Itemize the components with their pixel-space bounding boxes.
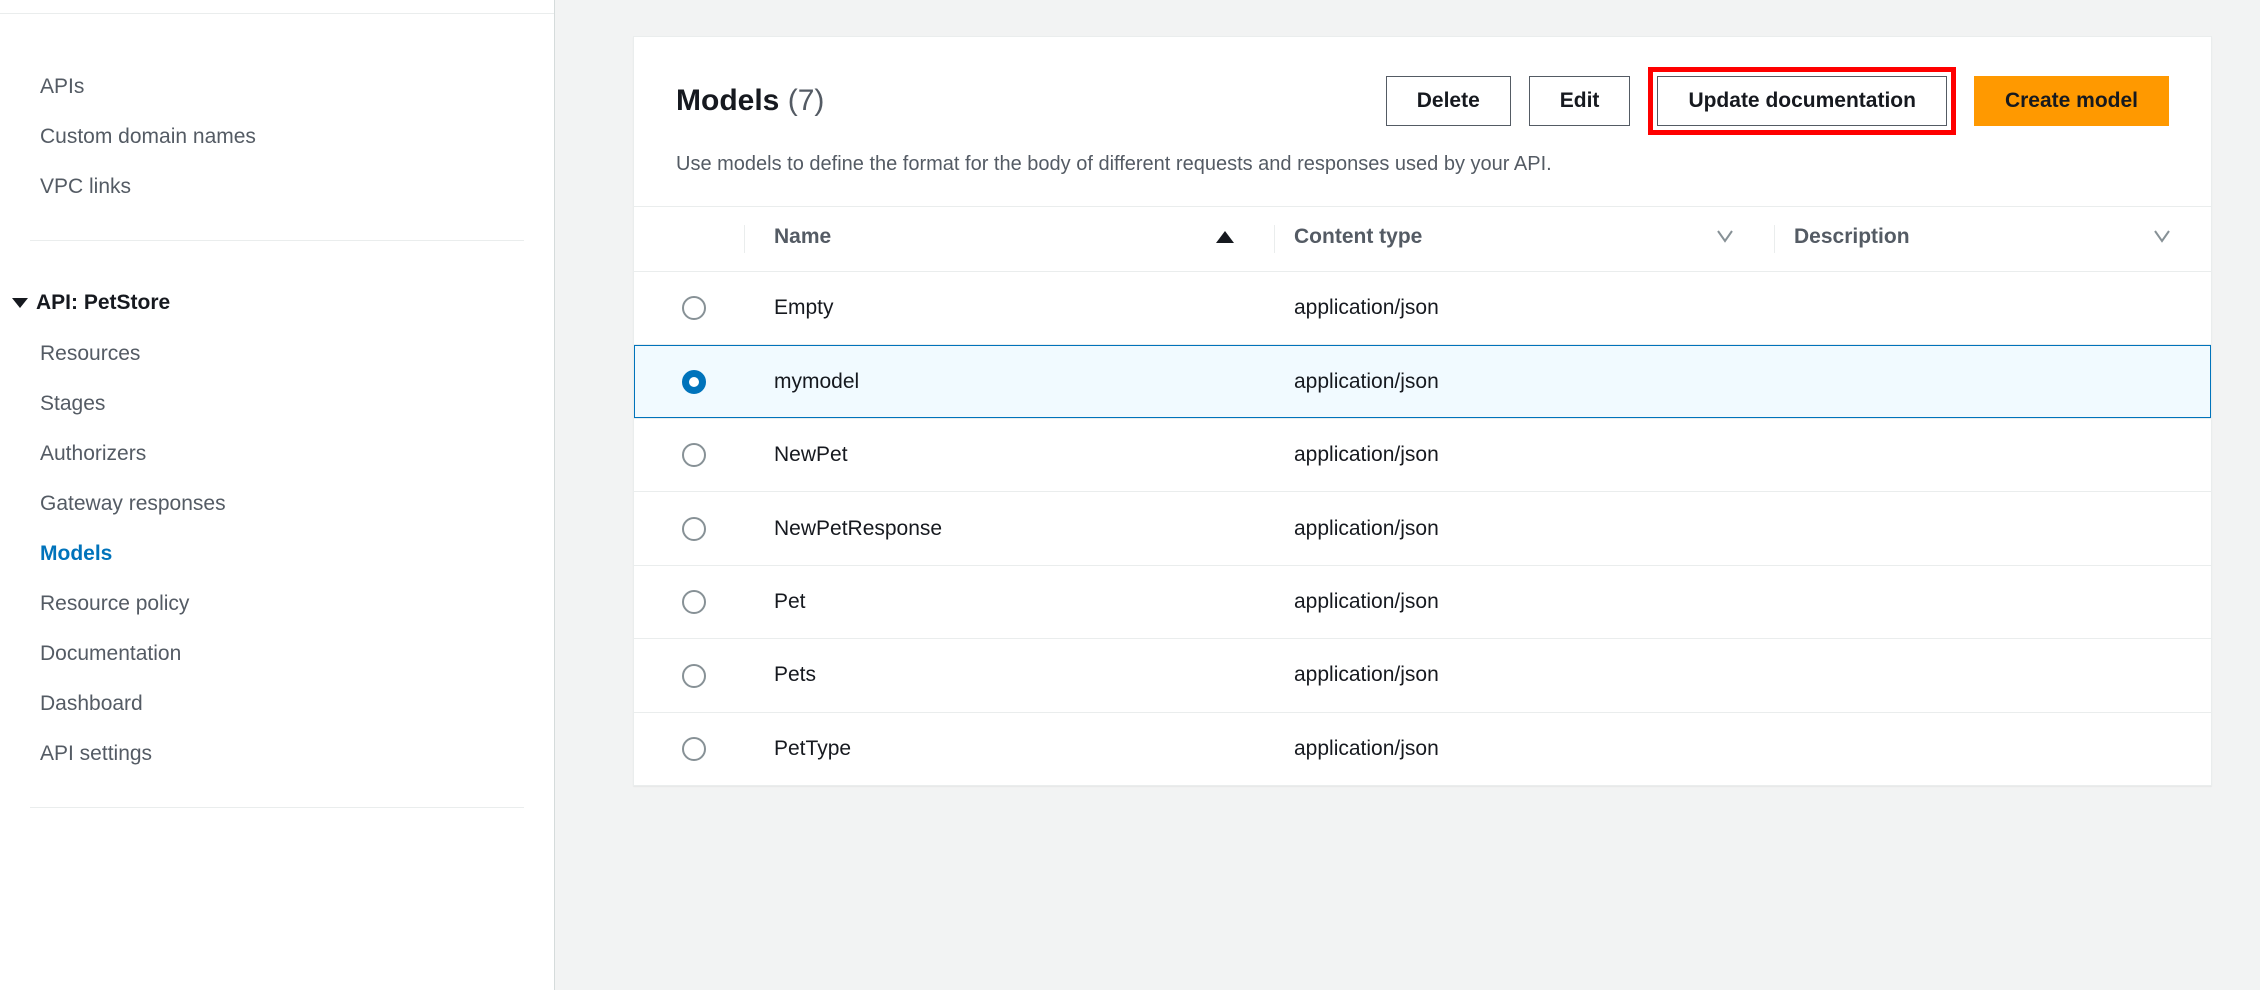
- column-select: [634, 207, 744, 272]
- column-description-label: Description: [1794, 225, 1910, 249]
- create-model-button[interactable]: Create model: [1974, 76, 2169, 126]
- row-radio[interactable]: [682, 443, 706, 467]
- column-description[interactable]: Description: [1774, 207, 2211, 272]
- sidebar-item-custom-domain-names[interactable]: Custom domain names: [40, 112, 514, 162]
- cell-description: [1774, 272, 2211, 345]
- table-row[interactable]: Emptyapplication/json: [634, 272, 2211, 345]
- cell-name: NewPetResponse: [744, 492, 1274, 565]
- row-radio[interactable]: [682, 517, 706, 541]
- sidebar-item-authorizers[interactable]: Authorizers: [40, 429, 514, 479]
- models-panel: Models (7) Delete Edit Update documentat…: [633, 36, 2212, 786]
- panel-header: Models (7) Delete Edit Update documentat…: [634, 37, 2211, 207]
- column-name[interactable]: Name: [744, 207, 1274, 272]
- sidebar-item-resources[interactable]: Resources: [40, 329, 514, 379]
- models-table: Name Content type: [634, 207, 2211, 785]
- cell-description: [1774, 345, 2211, 418]
- cell-name: NewPet: [744, 418, 1274, 491]
- main-content: Models (7) Delete Edit Update documentat…: [555, 0, 2260, 990]
- sidebar-api-section: API: PetStore ResourcesStagesAuthorizers…: [0, 259, 554, 789]
- cell-description: [1774, 639, 2211, 712]
- cell-description: [1774, 565, 2211, 638]
- cell-name: PetType: [744, 712, 1274, 785]
- update-documentation-button[interactable]: Update documentation: [1657, 76, 1947, 126]
- cell-name: Pet: [744, 565, 1274, 638]
- cell-name: Empty: [744, 272, 1274, 345]
- sidebar-divider: [30, 807, 524, 808]
- cell-description: [1774, 712, 2211, 785]
- caret-down-icon: [12, 298, 28, 308]
- table-row[interactable]: PetTypeapplication/json: [634, 712, 2211, 785]
- sidebar: APIsCustom domain namesVPC links API: Pe…: [0, 0, 555, 990]
- table-row[interactable]: Petapplication/json: [634, 565, 2211, 638]
- row-radio[interactable]: [682, 737, 706, 761]
- sidebar-api-header[interactable]: API: PetStore: [12, 281, 514, 329]
- sidebar-item-gateway-responses[interactable]: Gateway responses: [40, 479, 514, 529]
- cell-content-type: application/json: [1274, 418, 1774, 491]
- table-row[interactable]: NewPetapplication/json: [634, 418, 2211, 491]
- cell-name: Pets: [744, 639, 1274, 712]
- sidebar-item-vpc-links[interactable]: VPC links: [40, 162, 514, 212]
- highlight-annotation: Update documentation: [1648, 67, 1956, 135]
- sort-asc-icon: [1216, 231, 1234, 243]
- sort-icon: [1716, 225, 1734, 249]
- sidebar-item-resource-policy[interactable]: Resource policy: [40, 579, 514, 629]
- delete-button[interactable]: Delete: [1386, 76, 1511, 126]
- cell-content-type: application/json: [1274, 639, 1774, 712]
- column-content-type[interactable]: Content type: [1274, 207, 1774, 272]
- row-radio[interactable]: [682, 590, 706, 614]
- sidebar-item-stages[interactable]: Stages: [40, 379, 514, 429]
- page-title-count: (7): [788, 84, 825, 117]
- sidebar-item-apis[interactable]: APIs: [40, 62, 514, 112]
- action-buttons: Delete Edit Update documentation Create …: [1386, 67, 2169, 135]
- sidebar-item-dashboard[interactable]: Dashboard: [40, 679, 514, 729]
- sidebar-item-api-settings[interactable]: API settings: [40, 729, 514, 779]
- sidebar-api-title: API: PetStore: [36, 291, 170, 315]
- column-name-label: Name: [774, 225, 831, 249]
- cell-content-type: application/json: [1274, 492, 1774, 565]
- table-row[interactable]: Petsapplication/json: [634, 639, 2211, 712]
- cell-content-type: application/json: [1274, 565, 1774, 638]
- sort-icon: [2153, 225, 2171, 249]
- edit-button[interactable]: Edit: [1529, 76, 1631, 126]
- table-row[interactable]: mymodelapplication/json: [634, 345, 2211, 418]
- cell-content-type: application/json: [1274, 712, 1774, 785]
- cell-description: [1774, 492, 2211, 565]
- panel-description: Use models to define the format for the …: [676, 153, 2169, 176]
- sidebar-item-models[interactable]: Models: [40, 529, 514, 579]
- page-title: Models (7): [676, 84, 824, 118]
- cell-description: [1774, 418, 2211, 491]
- sidebar-item-documentation[interactable]: Documentation: [40, 629, 514, 679]
- row-radio[interactable]: [682, 296, 706, 320]
- page-title-text: Models: [676, 84, 779, 117]
- cell-content-type: application/json: [1274, 345, 1774, 418]
- row-radio[interactable]: [682, 370, 706, 394]
- sidebar-divider: [30, 240, 524, 241]
- column-content-type-label: Content type: [1294, 225, 1422, 249]
- cell-content-type: application/json: [1274, 272, 1774, 345]
- table-row[interactable]: NewPetResponseapplication/json: [634, 492, 2211, 565]
- cell-name: mymodel: [744, 345, 1274, 418]
- sidebar-top-section: APIsCustom domain namesVPC links: [0, 40, 554, 222]
- row-radio[interactable]: [682, 664, 706, 688]
